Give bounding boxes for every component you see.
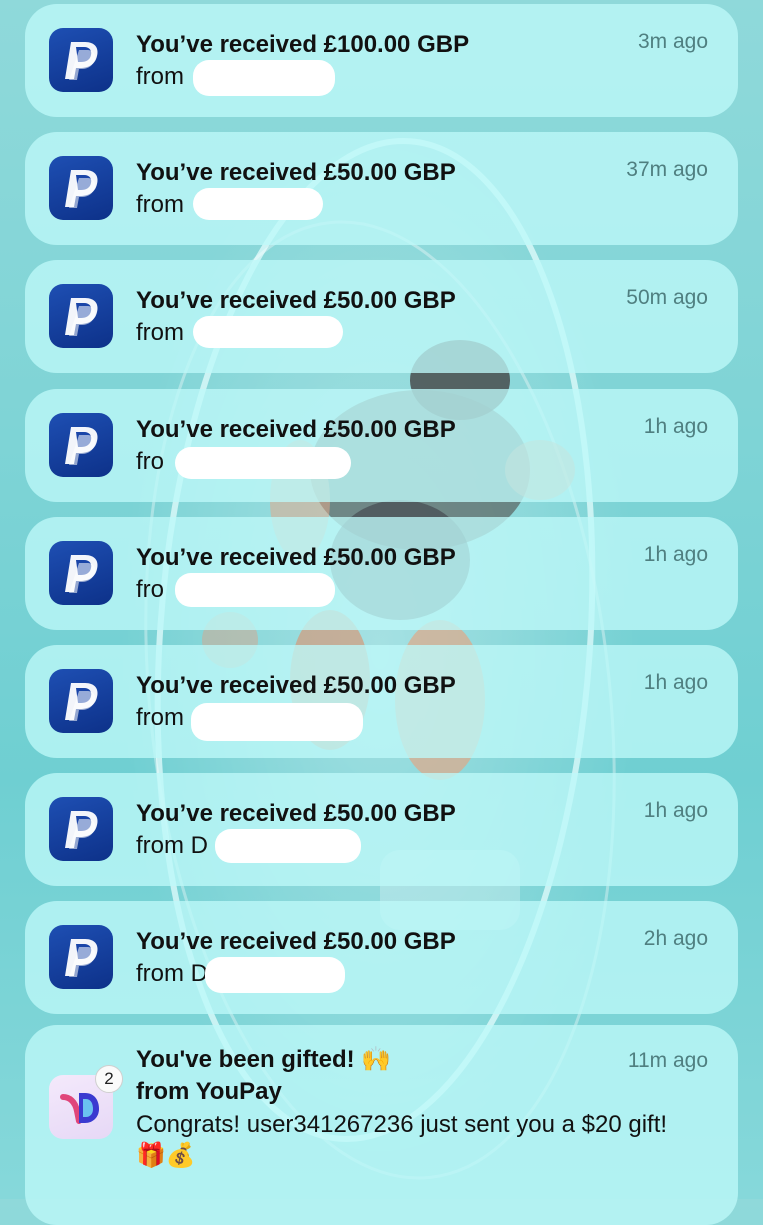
- notification-title: You’ve received £50.00 GBP: [136, 928, 456, 955]
- notification-card[interactable]: You’ve received £50.00 GBP from 50m ago: [25, 260, 738, 373]
- notification-time: 1h ago: [643, 415, 708, 438]
- notification-sender: from: [136, 319, 184, 346]
- notification-card[interactable]: You’ve received £50.00 GBP from 37m ago: [25, 132, 738, 245]
- notification-sender: from: [136, 191, 184, 218]
- notification-card[interactable]: You’ve received £50.00 GBP from D 1h ago: [25, 773, 738, 886]
- notification-time: 11m ago: [627, 1049, 708, 1072]
- notification-title: You’ve received £50.00 GBP: [136, 800, 456, 827]
- notification-time: 1h ago: [643, 671, 708, 694]
- paypal-icon: [49, 28, 113, 92]
- paypal-icon: [49, 156, 113, 220]
- notification-title: You’ve received £50.00 GBP: [136, 416, 456, 443]
- notification-time: 2h ago: [643, 927, 708, 950]
- notification-card-youpay[interactable]: 2 You've been gifted! 🙌 from YouPay Cong…: [25, 1025, 738, 1225]
- paypal-icon: [49, 669, 113, 733]
- redaction-mark: [175, 573, 335, 607]
- notification-time: 1h ago: [643, 799, 708, 822]
- notification-sender: from: [136, 704, 184, 731]
- redaction-mark: [205, 957, 345, 993]
- notification-card[interactable]: You’ve received £100.00 GBP from 3m ago: [25, 4, 738, 117]
- redaction-mark: [175, 447, 351, 479]
- redaction-mark: [193, 316, 343, 348]
- notification-card[interactable]: You’ve received £50.00 GBP from 1h ago: [25, 645, 738, 758]
- notification-time: 1h ago: [643, 543, 708, 566]
- paypal-icon: [49, 284, 113, 348]
- notification-title: You’ve received £50.00 GBP: [136, 287, 456, 314]
- notification-title: You’ve received £50.00 GBP: [136, 672, 456, 699]
- notification-title: You've been gifted! 🙌: [136, 1046, 392, 1073]
- paypal-icon: [49, 797, 113, 861]
- redaction-mark: [191, 703, 363, 741]
- redaction-mark: [215, 829, 361, 863]
- notification-time: 50m ago: [626, 286, 708, 309]
- notification-title: You’ve received £50.00 GBP: [136, 159, 456, 186]
- notification-sender: from D: [136, 832, 208, 859]
- notification-sender: from D: [136, 960, 208, 987]
- notification-sender: from: [136, 63, 184, 90]
- notification-card[interactable]: You’ve received £50.00 GBP from D 2h ago: [25, 901, 738, 1014]
- notification-count-badge: 2: [95, 1065, 123, 1093]
- paypal-icon: [49, 925, 113, 989]
- notification-time: 3m ago: [637, 30, 708, 53]
- notification-card[interactable]: You’ve received £50.00 GBP fro 1h ago: [25, 389, 738, 502]
- redaction-mark: [193, 188, 323, 220]
- notification-sender: from YouPay: [136, 1078, 282, 1105]
- notification-sender: fro: [136, 576, 165, 603]
- notification-sender: fro: [136, 448, 165, 475]
- paypal-icon: [49, 541, 113, 605]
- paypal-icon: [49, 413, 113, 477]
- notification-title: You’ve received £100.00 GBP: [136, 31, 470, 58]
- notification-card[interactable]: You’ve received £50.00 GBP fro 1h ago: [25, 517, 738, 630]
- notification-title: You’ve received £50.00 GBP: [136, 544, 456, 571]
- notification-body: Congrats! user341267236 just sent you a …: [136, 1111, 668, 1169]
- youpay-icon: 2: [49, 1065, 123, 1139]
- redaction-mark: [193, 60, 335, 96]
- notification-time: 37m ago: [626, 158, 708, 181]
